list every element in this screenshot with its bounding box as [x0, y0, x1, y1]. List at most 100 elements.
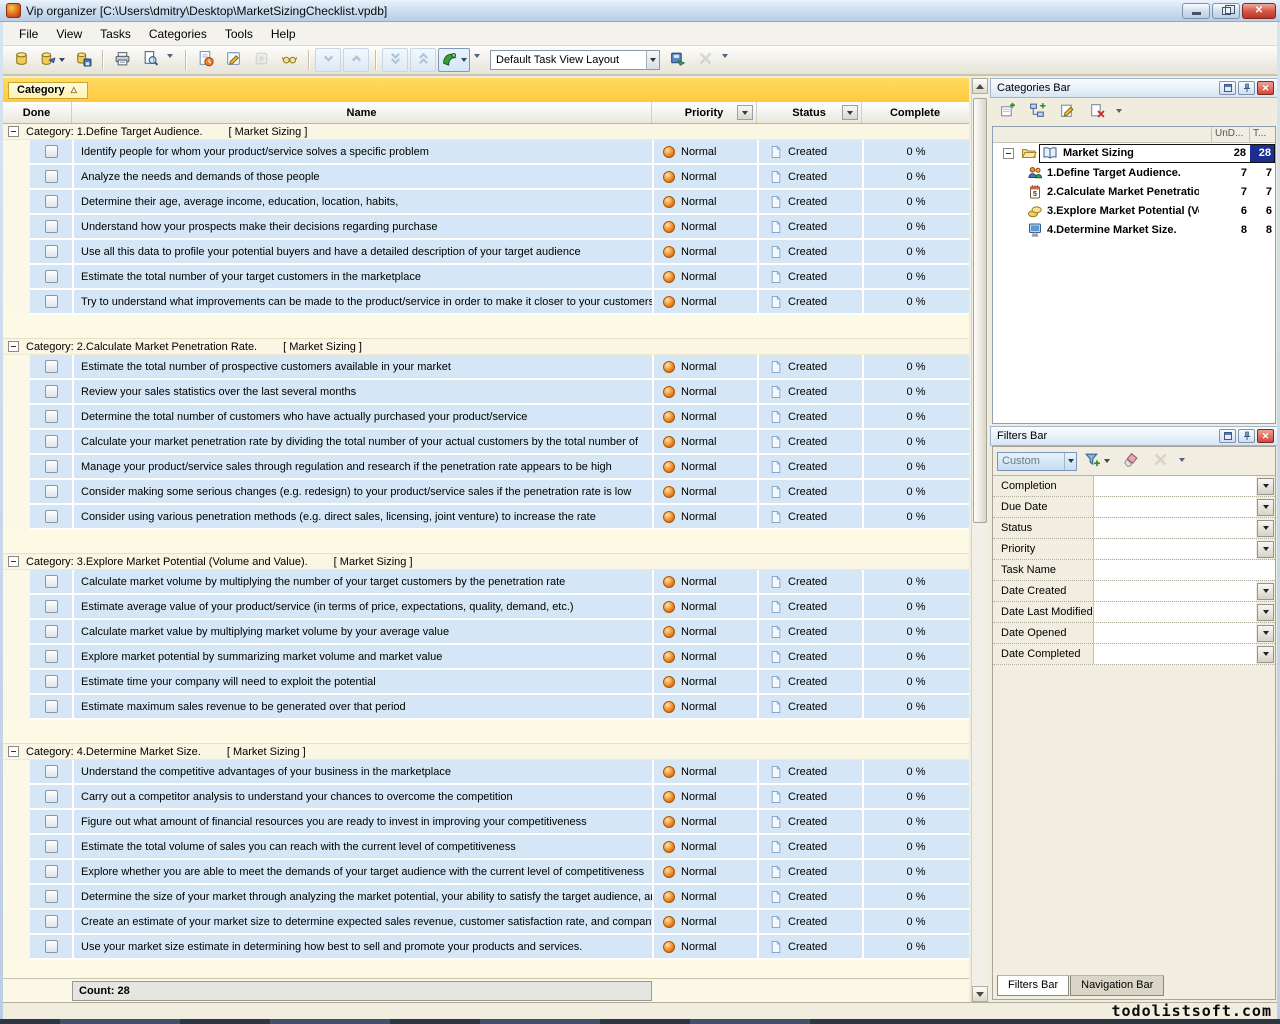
task-checkbox[interactable]	[45, 815, 58, 828]
filter-value-cell[interactable]	[1093, 497, 1256, 517]
task-checkbox[interactable]	[45, 675, 58, 688]
edit-task-button[interactable]	[220, 48, 246, 72]
column-header-done[interactable]: Done	[2, 102, 72, 123]
scroll-down-button[interactable]	[972, 986, 988, 1002]
task-row[interactable]: Estimate the total volume of sales you c…	[30, 835, 969, 860]
filter-dropdown-button[interactable]	[1257, 478, 1274, 495]
minimize-button[interactable]	[1182, 3, 1210, 19]
task-checkbox[interactable]	[45, 460, 58, 473]
layout-combo[interactable]: Default Task View Layout	[490, 50, 660, 70]
task-checkbox[interactable]	[45, 170, 58, 183]
priority-filter-button[interactable]	[737, 105, 753, 120]
add-subcategory-button[interactable]	[1024, 101, 1050, 123]
tab-filters-bar[interactable]: Filters Bar	[997, 975, 1069, 996]
selected-category-row[interactable]: Market Sizing 28 28	[1039, 144, 1275, 163]
column-header-priority[interactable]: Priority	[652, 102, 757, 123]
task-checkbox[interactable]	[45, 700, 58, 713]
erase-filter-button[interactable]	[1117, 450, 1143, 472]
scroll-up-button[interactable]	[972, 78, 988, 94]
panel-close-button[interactable]: ✕	[1257, 429, 1274, 443]
menu-item-tools[interactable]: Tools	[216, 24, 262, 44]
task-row[interactable]: Estimate the total number of prospective…	[30, 355, 969, 380]
menu-item-file[interactable]: File	[10, 24, 47, 44]
task-row[interactable]: Carry out a competitor analysis to under…	[30, 785, 969, 810]
tab-navigation-bar[interactable]: Navigation Bar	[1070, 975, 1164, 996]
toolbar-overflow-arrow-icon[interactable]	[1179, 458, 1185, 462]
column-header-status[interactable]: Status	[757, 102, 862, 123]
task-checkbox[interactable]	[45, 410, 58, 423]
column-header-complete[interactable]: Complete	[862, 102, 968, 123]
task-checkbox[interactable]	[45, 245, 58, 258]
task-checkbox[interactable]	[45, 360, 58, 373]
delete-layout-button[interactable]	[692, 48, 718, 72]
task-checkbox[interactable]	[45, 940, 58, 953]
menu-item-categories[interactable]: Categories	[140, 24, 216, 44]
filter-dropdown-button[interactable]	[1257, 583, 1274, 600]
filter-dropdown-button[interactable]	[1257, 646, 1274, 663]
total-column-header[interactable]: T...	[1249, 127, 1275, 142]
task-row[interactable]: Estimate the total number of your target…	[30, 265, 969, 290]
task-checkbox[interactable]	[45, 220, 58, 233]
save-database-button[interactable]	[70, 48, 96, 72]
task-row[interactable]: Explore market potential by summarizing …	[30, 645, 969, 670]
chevron-down-icon[interactable]	[646, 51, 659, 69]
category-group-header[interactable]: Category: 4.Determine Market Size.[ Mark…	[2, 744, 969, 760]
task-checkbox[interactable]	[45, 295, 58, 308]
task-row[interactable]: Determine the size of your market throug…	[30, 885, 969, 910]
task-row[interactable]: Estimate average value of your product/s…	[30, 595, 969, 620]
menu-item-help[interactable]: Help	[262, 24, 305, 44]
task-row[interactable]: Review your sales statistics over the la…	[30, 380, 969, 405]
task-checkbox[interactable]	[45, 865, 58, 878]
save-layout-button[interactable]	[664, 48, 690, 72]
collapse-icon[interactable]	[8, 746, 19, 757]
move-down-button[interactable]	[315, 48, 341, 72]
move-top-button[interactable]	[410, 48, 436, 72]
category-group-header[interactable]: Category: 3.Explore Market Potential (Vo…	[2, 554, 969, 570]
move-up-button[interactable]	[343, 48, 369, 72]
collapse-icon[interactable]	[8, 341, 19, 352]
column-header-name[interactable]: Name	[72, 102, 652, 123]
print-button[interactable]	[109, 48, 135, 72]
panel-restore-button[interactable]	[1219, 81, 1236, 95]
panel-restore-button[interactable]	[1219, 429, 1236, 443]
toolbar-overflow-arrow-icon[interactable]	[722, 54, 728, 58]
task-row[interactable]: Try to understand what improvements can …	[30, 290, 969, 315]
category-tree-item[interactable]: 1.Define Target Audience.77	[993, 163, 1275, 182]
print-preview-button[interactable]	[137, 48, 163, 72]
filter-value-cell[interactable]	[1093, 476, 1256, 496]
menu-item-view[interactable]: View	[47, 24, 91, 44]
clear-filter-button[interactable]	[1147, 450, 1173, 472]
task-checkbox[interactable]	[45, 575, 58, 588]
restore-button[interactable]	[1212, 3, 1240, 19]
category-group-header[interactable]: Category: 2.Calculate Market Penetration…	[2, 339, 969, 355]
task-checkbox[interactable]	[45, 145, 58, 158]
status-filter-button[interactable]	[842, 105, 858, 120]
toolbar-overflow-arrow-icon[interactable]	[474, 54, 480, 58]
filter-value-cell[interactable]	[1093, 623, 1256, 643]
task-row[interactable]: Explore whether you are able to meet the…	[30, 860, 969, 885]
move-bottom-button[interactable]	[382, 48, 408, 72]
filter-value-cell[interactable]	[1093, 518, 1256, 538]
scrollbar-thumb[interactable]	[973, 98, 987, 523]
task-checkbox[interactable]	[45, 840, 58, 853]
category-tree-item[interactable]: 4.Determine Market Size.88	[993, 220, 1275, 239]
highlight-view-button[interactable]	[438, 48, 470, 72]
group-by-category-chip[interactable]: Category	[8, 82, 88, 99]
task-row[interactable]: Figure out what amount of financial reso…	[30, 810, 969, 835]
task-row[interactable]: Estimate time your company will need to …	[30, 670, 969, 695]
task-checkbox[interactable]	[45, 270, 58, 283]
task-row[interactable]: Create an estimate of your market size t…	[30, 910, 969, 935]
undone-column-header[interactable]: UnD...	[1211, 127, 1249, 142]
panel-pin-button[interactable]	[1238, 429, 1255, 443]
collapse-icon[interactable]	[8, 556, 19, 567]
task-row[interactable]: Calculate market value by multiplying ma…	[30, 620, 969, 645]
filter-dropdown-button[interactable]	[1257, 625, 1274, 642]
filter-dropdown-button[interactable]	[1257, 541, 1274, 558]
view-task-button[interactable]	[276, 48, 302, 72]
collapse-icon[interactable]	[1003, 148, 1014, 159]
new-task-button[interactable]	[192, 48, 218, 72]
task-row[interactable]: Estimate maximum sales revenue to be gen…	[30, 695, 969, 720]
filter-preset-combo[interactable]: Custom	[997, 452, 1077, 471]
category-tree-root[interactable]: Market Sizing 28 28	[993, 143, 1275, 163]
apply-filter-button[interactable]	[1081, 450, 1113, 472]
